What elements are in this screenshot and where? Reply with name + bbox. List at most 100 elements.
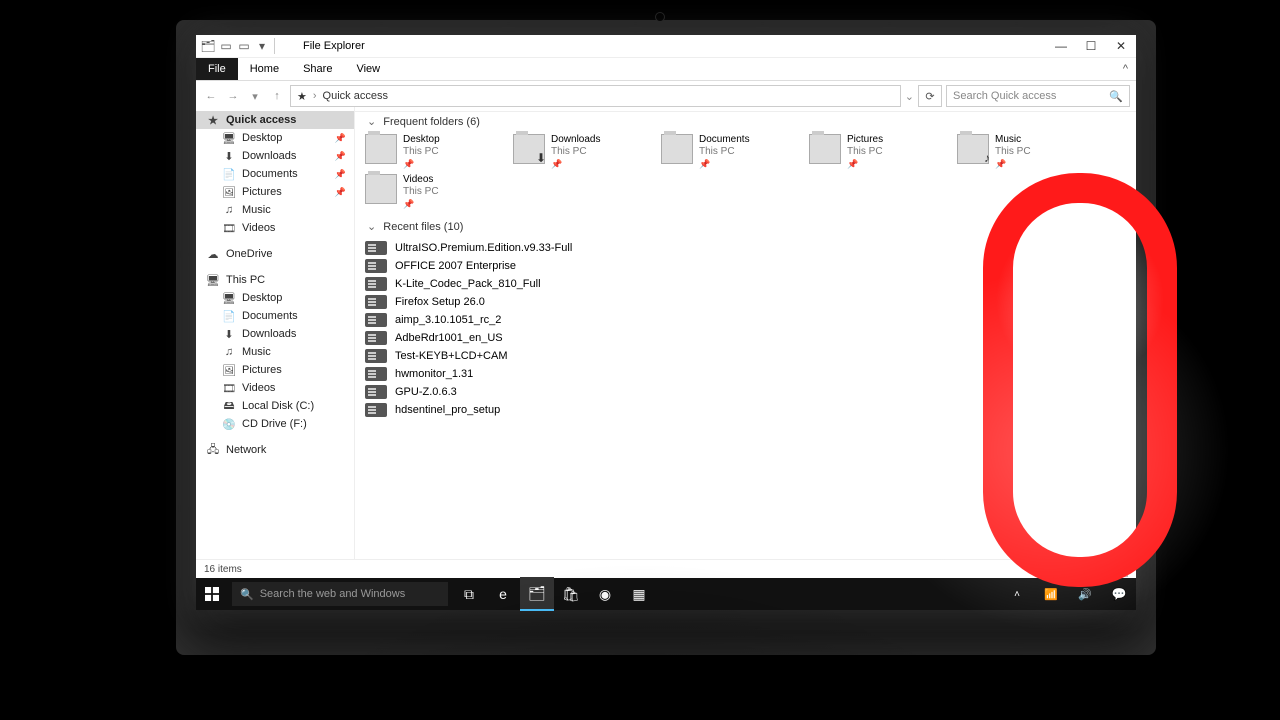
close-button[interactable]: ✕: [1106, 35, 1136, 57]
recent-file[interactable]: UltraISO.Premium.Edition.v9.33-Full: [365, 239, 1126, 256]
tray-action-center-icon[interactable]: 💬: [1102, 578, 1136, 610]
sidebar: ★ Quick access 🖥Desktop📌⬇Downloads📌📄Docu…: [196, 107, 355, 560]
status-item-count: 16 items: [204, 564, 242, 575]
sidebar-item-onedrive[interactable]: ☁ OneDrive: [196, 245, 354, 263]
folder-pictures[interactable]: PicturesThis PC📌: [809, 134, 939, 168]
search-input[interactable]: Search Quick access 🔍: [946, 85, 1130, 107]
recent-dropdown-icon[interactable]: ▾: [246, 90, 264, 103]
breadcrumb-location[interactable]: Quick access: [323, 90, 388, 102]
folder-icon: [809, 134, 841, 164]
drive-icon: ⬇: [222, 328, 236, 341]
search-icon: 🔍: [240, 588, 254, 601]
file-name: Test-KEYB+LCD+CAM: [395, 350, 507, 362]
sidebar-item-desktop[interactable]: 🖥Desktop📌: [196, 129, 354, 147]
sidebar-item-cd-drive-f-[interactable]: 💿CD Drive (F:): [196, 415, 354, 433]
address-bar[interactable]: ★ › Quick access: [290, 85, 901, 107]
sidebar-item-network[interactable]: 🖧 Network: [196, 441, 354, 459]
sidebar-item-label: Downloads: [242, 150, 296, 162]
file-name: K-Lite_Codec_Pack_810_Full: [395, 278, 541, 290]
tray-network-icon[interactable]: 📶: [1034, 578, 1068, 610]
folder-name: Music: [995, 134, 1031, 146]
edge-icon[interactable]: e: [486, 578, 520, 610]
folder-name: Downloads: [551, 134, 600, 146]
sidebar-item-downloads[interactable]: ⬇Downloads📌: [196, 147, 354, 165]
recent-file[interactable]: K-Lite_Codec_Pack_810_Full: [365, 275, 1126, 292]
sidebar-item-label: Documents: [242, 168, 298, 180]
tray-volume-icon[interactable]: 🔊: [1068, 578, 1102, 610]
qat-dropdown-icon[interactable]: ▾: [254, 38, 270, 54]
pin-icon: 📌: [699, 158, 750, 170]
refresh-button[interactable]: ⟳: [918, 85, 942, 107]
star-icon: ★: [206, 114, 220, 127]
recent-file[interactable]: GPU-Z.0.6.3: [365, 383, 1126, 400]
recent-file[interactable]: hdsentinel_pro_setup: [365, 401, 1126, 418]
sidebar-item-music[interactable]: ♫Music: [196, 201, 354, 219]
file-name: AdbeRdr1001_en_US: [395, 332, 503, 344]
sidebar-item-desktop[interactable]: 🖥Desktop: [196, 289, 354, 307]
folder-desktop[interactable]: DesktopThis PC📌: [365, 134, 495, 168]
app-icon[interactable]: ▦: [622, 578, 656, 610]
back-button[interactable]: ←: [202, 90, 220, 102]
sidebar-item-pictures[interactable]: 🖼Pictures: [196, 361, 354, 379]
sidebar-item-quick-access[interactable]: ★ Quick access: [196, 111, 354, 129]
folder-name: Pictures: [847, 134, 883, 146]
sidebar-item-label: Music: [242, 346, 271, 358]
address-history-icon[interactable]: ⌄: [905, 90, 914, 103]
recent-file[interactable]: Firefox Setup 26.0: [365, 293, 1126, 310]
folder-icon: 🖥: [222, 132, 236, 145]
firefox-icon[interactable]: ◉: [588, 578, 622, 610]
sidebar-item-music[interactable]: ♫ Music: [196, 343, 354, 361]
view-details-button[interactable]: [1086, 561, 1106, 577]
start-button[interactable]: [196, 578, 228, 610]
sidebar-item-downloads[interactable]: ⬇Downloads: [196, 325, 354, 343]
tab-home[interactable]: Home: [238, 58, 291, 80]
group-frequent[interactable]: ⌄ Frequent folders (6): [367, 115, 1126, 128]
store-icon[interactable]: 🛍: [554, 578, 588, 610]
folder-icon: 🖼: [222, 186, 236, 199]
minimize-button[interactable]: —: [1046, 35, 1076, 57]
tab-share[interactable]: Share: [291, 58, 344, 80]
tray-up-icon[interactable]: ˄: [1000, 578, 1034, 610]
file-name: GPU-Z.0.6.3: [395, 386, 457, 398]
recent-file[interactable]: AdbeRdr1001_en_US: [365, 329, 1126, 346]
recent-file[interactable]: OFFICE 2007 Enterprise: [365, 257, 1126, 274]
up-button[interactable]: ↑: [268, 90, 286, 102]
folder-icon: [661, 134, 693, 164]
pin-icon: 📌: [551, 158, 600, 170]
tab-file[interactable]: File: [196, 58, 238, 80]
sidebar-item-videos[interactable]: 🎞Videos: [196, 379, 354, 397]
task-view-icon[interactable]: ⧉: [452, 578, 486, 610]
pin-icon: 📌: [403, 158, 440, 170]
sidebar-item-documents[interactable]: 📄Documents📌: [196, 165, 354, 183]
pin-icon: 📌: [335, 151, 346, 162]
breadcrumb-sep-icon: ›: [313, 90, 317, 102]
folder-music[interactable]: ♪MusicThis PC📌: [957, 134, 1087, 168]
folder-downloads[interactable]: ⬇DownloadsThis PC📌: [513, 134, 643, 168]
recent-file[interactable]: hwmonitor_1.31: [365, 365, 1126, 382]
file-icon: [365, 367, 387, 381]
drive-icon: ♫: [222, 346, 236, 358]
recent-file[interactable]: aimp_3.10.1051_rc_2: [365, 311, 1126, 328]
view-large-button[interactable]: [1108, 561, 1128, 577]
sidebar-item-pictures[interactable]: 🖼Pictures📌: [196, 183, 354, 201]
group-recent[interactable]: ⌄ Recent files (10): [367, 220, 1126, 233]
sidebar-item-local-disk-c-[interactable]: 🖴Local Disk (C:): [196, 397, 354, 415]
ribbon-expand-icon[interactable]: ^: [1115, 58, 1136, 80]
qat-newfolder-icon[interactable]: ▭: [236, 38, 252, 54]
drive-icon: 🖥: [222, 292, 236, 305]
tab-view[interactable]: View: [344, 58, 392, 80]
sidebar-item-videos[interactable]: 🎞Videos: [196, 219, 354, 237]
qat-properties-icon[interactable]: ▭: [218, 38, 234, 54]
forward-button[interactable]: →: [224, 90, 242, 102]
drive-icon: 🖼: [222, 364, 236, 377]
maximize-button[interactable]: ☐: [1076, 35, 1106, 57]
explorer-taskbar-icon[interactable]: 🗂: [520, 577, 554, 611]
address-root-icon: ★: [297, 90, 307, 103]
sidebar-item-this-pc[interactable]: 🖥 This PC: [196, 271, 354, 289]
taskbar-search[interactable]: 🔍 Search the web and Windows: [232, 582, 448, 606]
taskbar-search-placeholder: Search the web and Windows: [260, 588, 406, 600]
folder-videos[interactable]: VideosThis PC📌: [365, 174, 495, 208]
folder-documents[interactable]: DocumentsThis PC📌: [661, 134, 791, 168]
recent-file[interactable]: Test-KEYB+LCD+CAM: [365, 347, 1126, 364]
sidebar-item-documents[interactable]: 📄Documents: [196, 307, 354, 325]
